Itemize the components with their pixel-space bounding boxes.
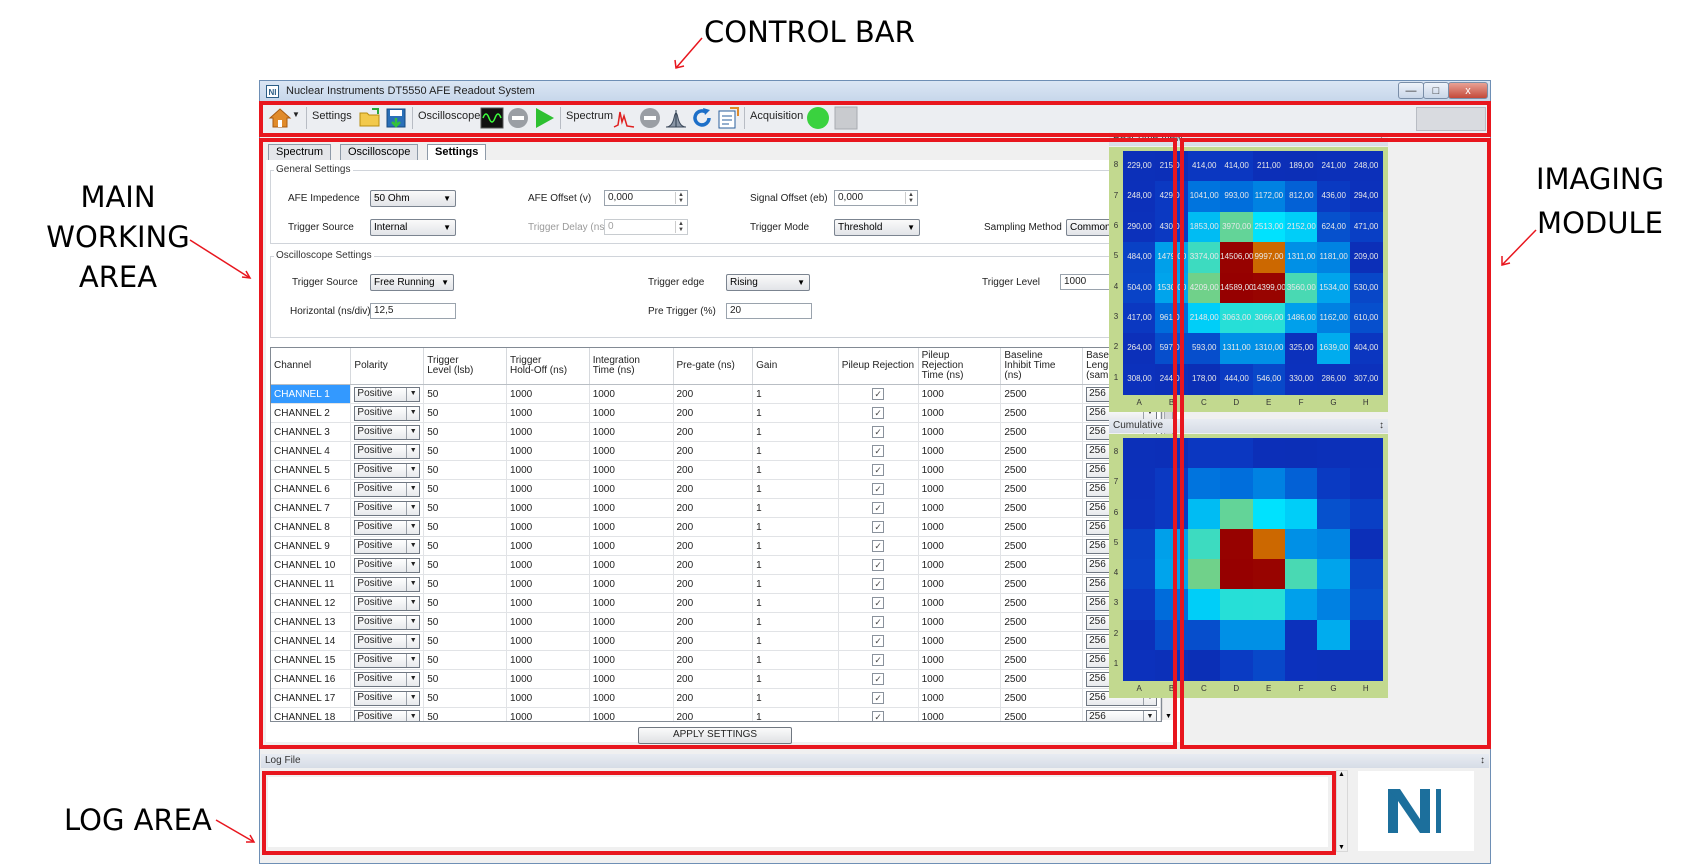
- log-file-title: Log File: [265, 755, 301, 766]
- log-file-header: Log File ↕: [261, 754, 1489, 768]
- main-callout-line-2: WORKING: [46, 220, 190, 254]
- main-callout-line-3: AREA: [78, 260, 158, 294]
- app-icon: NI: [266, 85, 279, 98]
- minimize-button[interactable]: —: [1398, 82, 1424, 99]
- main-working-area-callout: MAIN WORKING AREA: [24, 181, 212, 301]
- ni-logo: [1358, 771, 1474, 851]
- control-bar-callout: CONTROL BAR: [704, 15, 915, 49]
- scroll-down-icon[interactable]: ▼: [1338, 844, 1345, 851]
- ni-logo-mark: [1388, 789, 1441, 833]
- log-area-highlight: [262, 771, 1336, 855]
- maximize-button[interactable]: □: [1423, 82, 1449, 99]
- imaging-callout-line-1: IMAGING: [1535, 162, 1665, 196]
- pin-icon[interactable]: ↕: [1480, 754, 1485, 768]
- imaging-module-highlight: [1180, 138, 1491, 749]
- control-bar-highlight: [259, 101, 1491, 137]
- close-button[interactable]: x: [1448, 82, 1488, 99]
- imaging-module-callout: IMAGING MODULE: [1532, 163, 1668, 251]
- log-area-callout: LOG AREA: [64, 803, 212, 837]
- main-callout-line-1: MAIN: [80, 180, 156, 214]
- imaging-callout-line-2: MODULE: [1537, 206, 1663, 240]
- log-scrollbar[interactable]: ▲ ▼: [1336, 770, 1348, 852]
- window-titlebar: NI Nuclear Instruments DT5550 AFE Readou…: [260, 81, 1490, 102]
- main-working-area-highlight: [259, 138, 1177, 749]
- window-title: Nuclear Instruments DT5550 AFE Readout S…: [286, 85, 535, 97]
- scroll-up-icon[interactable]: ▲: [1338, 771, 1345, 778]
